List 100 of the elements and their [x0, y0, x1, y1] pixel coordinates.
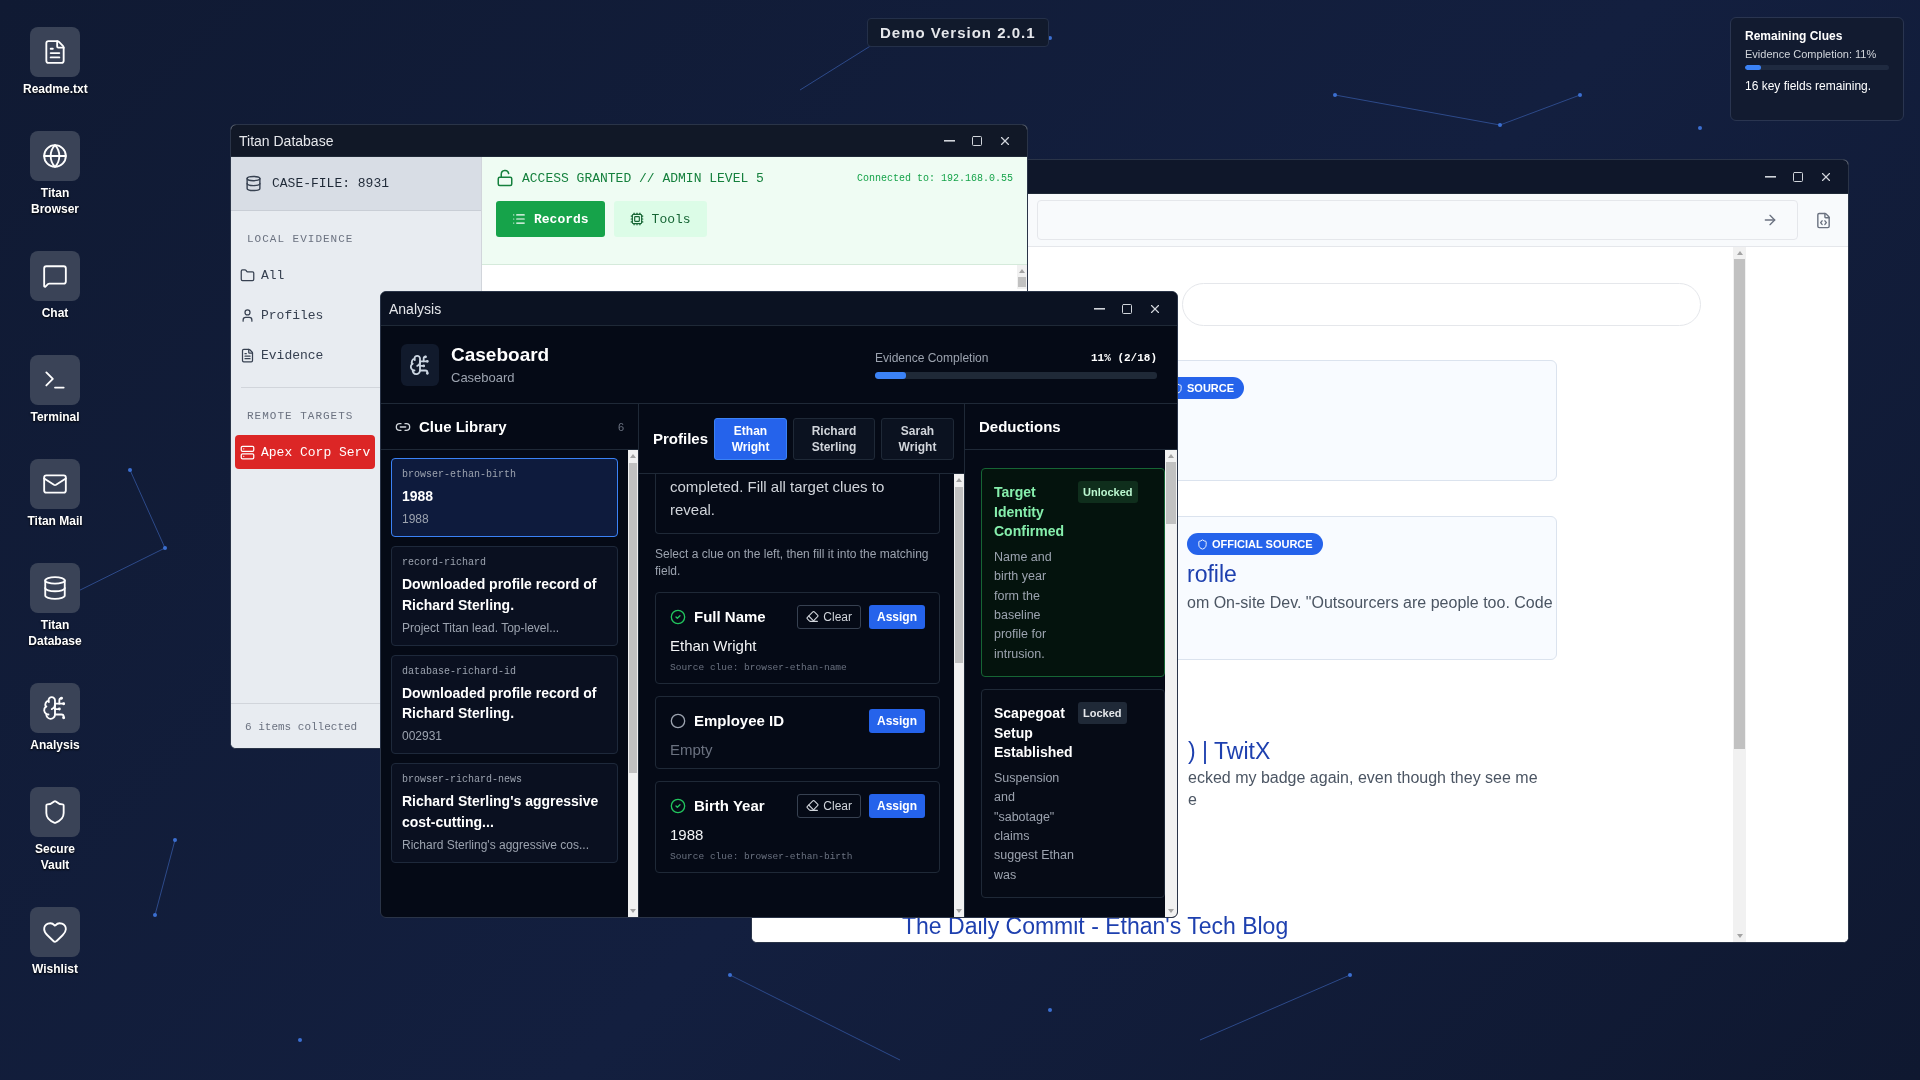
section-heading: LOCAL EVIDENCE: [246, 233, 355, 245]
widget-subtitle: Evidence Completion: 11%: [1745, 48, 1878, 60]
server-icon: [240, 444, 255, 460]
desktop-shortcut[interactable]: Titan Mail: [10, 459, 100, 529]
field-label: Birth Year: [694, 797, 766, 815]
address-field[interactable]: [1037, 200, 1798, 240]
heart-icon: [42, 919, 68, 945]
list-icon: [512, 212, 526, 226]
scrollbar[interactable]: [1017, 265, 1027, 289]
profile-tab[interactable]: Ethan Wright: [714, 417, 787, 460]
scrollbar[interactable]: [628, 450, 638, 917]
column-title: Deductions: [979, 418, 1062, 435]
clue-title: 1988: [402, 487, 435, 506]
scrollbar-thumb[interactable]: [1018, 277, 1026, 287]
document-icon: [42, 39, 68, 65]
brain-icon: [42, 695, 68, 721]
scrollbar[interactable]: [954, 474, 964, 917]
desktop-shortcut[interactable]: Wishlist: [10, 907, 100, 977]
instruction-text: completed. Fill all target clues to reveal.: [655, 474, 940, 534]
database-icon: [42, 575, 68, 601]
assign-button[interactable]: Assign: [869, 793, 925, 818]
clear-button[interactable]: Clear: [797, 604, 861, 629]
scrollbar-thumb[interactable]: [955, 486, 963, 663]
assign-button[interactable]: Assign: [869, 708, 925, 733]
window-title: Titan Database: [239, 132, 335, 149]
scroll-up-icon[interactable]: [1019, 269, 1025, 273]
minimize-icon: [1093, 307, 1105, 310]
sidebar-item[interactable]: Evidence: [235, 338, 329, 372]
profile-tab[interactable]: Richard Sterling: [793, 417, 875, 460]
progress-value: 11% (2/18): [1091, 351, 1157, 364]
scroll-up-icon[interactable]: [1736, 251, 1743, 255]
status-badge: Unlocked: [1078, 481, 1138, 503]
access-status: ACCESS GRANTED // ADMIN LEVEL 5: [522, 170, 765, 186]
minimize-icon: [943, 139, 955, 142]
arrow-right-icon: [1762, 212, 1778, 228]
desktop-shortcut[interactable]: Titan Browser: [10, 131, 100, 217]
result-title[interactable]: ) | TwitX: [1188, 738, 1271, 765]
clue-detail: Richard Sterling's aggressive cos...: [402, 838, 591, 853]
clue-card[interactable]: browser-richard-news Richard Sterling's aggressive cost-cutting... Richard Sterling's aggressive cos...: [391, 763, 618, 864]
deduction-text: Suspension and "sabotage" claims suggest Ethan was: [994, 769, 1074, 884]
clue-id: browser-ethan-birth: [402, 469, 518, 480]
value-field[interactable]: Empty: [670, 740, 925, 758]
clue-title: Richard Sterling's aggressive cost-cutting...: [402, 792, 600, 832]
caseboard-subtitle: Caseboard: [451, 370, 516, 385]
desktop-shortcut[interactable]: Titan Database: [10, 563, 100, 649]
desktop-shortcut[interactable]: Terminal: [10, 355, 100, 425]
clue-detail: Project Titan lead. Top-level...: [402, 620, 561, 635]
clue-title: Downloaded profile record of Richard Sterling.: [402, 575, 598, 615]
sidebar-item[interactable]: Profiles: [235, 298, 329, 332]
assign-button[interactable]: Assign: [869, 604, 925, 629]
scrollbar[interactable]: [1165, 450, 1177, 917]
chat-bubble-icon: [42, 263, 68, 289]
desktop-shortcut[interactable]: Secure Vault: [10, 787, 100, 873]
code-file-icon: [1814, 211, 1832, 229]
scroll-down-icon[interactable]: [1168, 909, 1174, 913]
clear-button[interactable]: Clear: [797, 793, 861, 818]
scrollbar-thumb[interactable]: [1166, 462, 1176, 524]
database-icon: [245, 175, 262, 192]
sidebar-item[interactable]: Apex Corp Serv: [235, 435, 376, 469]
clue-title: Downloaded profile record of Richard Sterling.: [402, 683, 598, 724]
result-snippet: om On-site Dev. "Outsourcers are people too. Code: [1187, 594, 1553, 612]
result-snippet: e: [1188, 791, 1197, 809]
scrollbar-thumb[interactable]: [1734, 259, 1745, 749]
maximize-icon: [971, 134, 983, 147]
clue-count: 6: [617, 420, 624, 433]
deduction-text: Name and birth year form the baseline profile for intrusion.: [994, 548, 1053, 663]
scroll-up-icon[interactable]: [956, 478, 962, 482]
field-label: Full Name: [694, 608, 767, 626]
unlocked-padlock-icon: [496, 169, 514, 187]
profile-tab[interactable]: Sarah Wright: [881, 417, 954, 460]
scrollbar-thumb[interactable]: [629, 462, 637, 774]
value-field[interactable]: Ethan Wright: [670, 636, 925, 654]
eraser-icon: [806, 610, 820, 624]
clue-card[interactable]: database-richard-id Downloaded profile record of Richard Sterling. 002931: [391, 654, 618, 755]
globe-icon: [42, 143, 68, 169]
deduction-title: Target Identity Confirmed: [994, 483, 1065, 542]
clue-card[interactable]: record-richard Downloaded profile record of Richard Sterling. Project Titan lead. Top-level...: [391, 546, 618, 646]
column-title: Clue Library: [419, 418, 508, 435]
desktop-shortcut[interactable]: Chat: [10, 251, 100, 321]
clue-card[interactable]: browser-ethan-birth 1988 1988: [391, 458, 618, 538]
scroll-up-icon[interactable]: [630, 454, 636, 458]
desktop-shortcut[interactable]: Analysis: [10, 683, 100, 753]
clue-id: database-richard-id: [402, 665, 518, 677]
brain-icon: [409, 353, 431, 376]
scrollbar[interactable]: [1733, 247, 1746, 942]
result-snippet: ecked my badge again, even though they see me: [1188, 769, 1538, 787]
case-file-label: CASE-FILE: 8931: [272, 176, 390, 191]
source-clue: Source clue: browser-ethan-birth: [670, 850, 854, 862]
scroll-down-icon[interactable]: [956, 909, 962, 913]
scroll-down-icon[interactable]: [630, 909, 636, 913]
clue-id: record-richard: [402, 557, 487, 569]
minimize-icon: [1764, 175, 1776, 178]
scroll-down-icon[interactable]: [1736, 934, 1743, 938]
result-title[interactable]: rofile: [1187, 561, 1237, 588]
value-field[interactable]: 1988: [670, 825, 925, 843]
sidebar-item[interactable]: All: [235, 258, 290, 292]
desktop-shortcut[interactable]: Readme.txt: [10, 27, 100, 97]
widget-note: 16 key fields remaining.: [1745, 79, 1873, 93]
scroll-up-icon[interactable]: [1168, 454, 1174, 458]
view-tab[interactable]: Tools: [613, 201, 707, 237]
